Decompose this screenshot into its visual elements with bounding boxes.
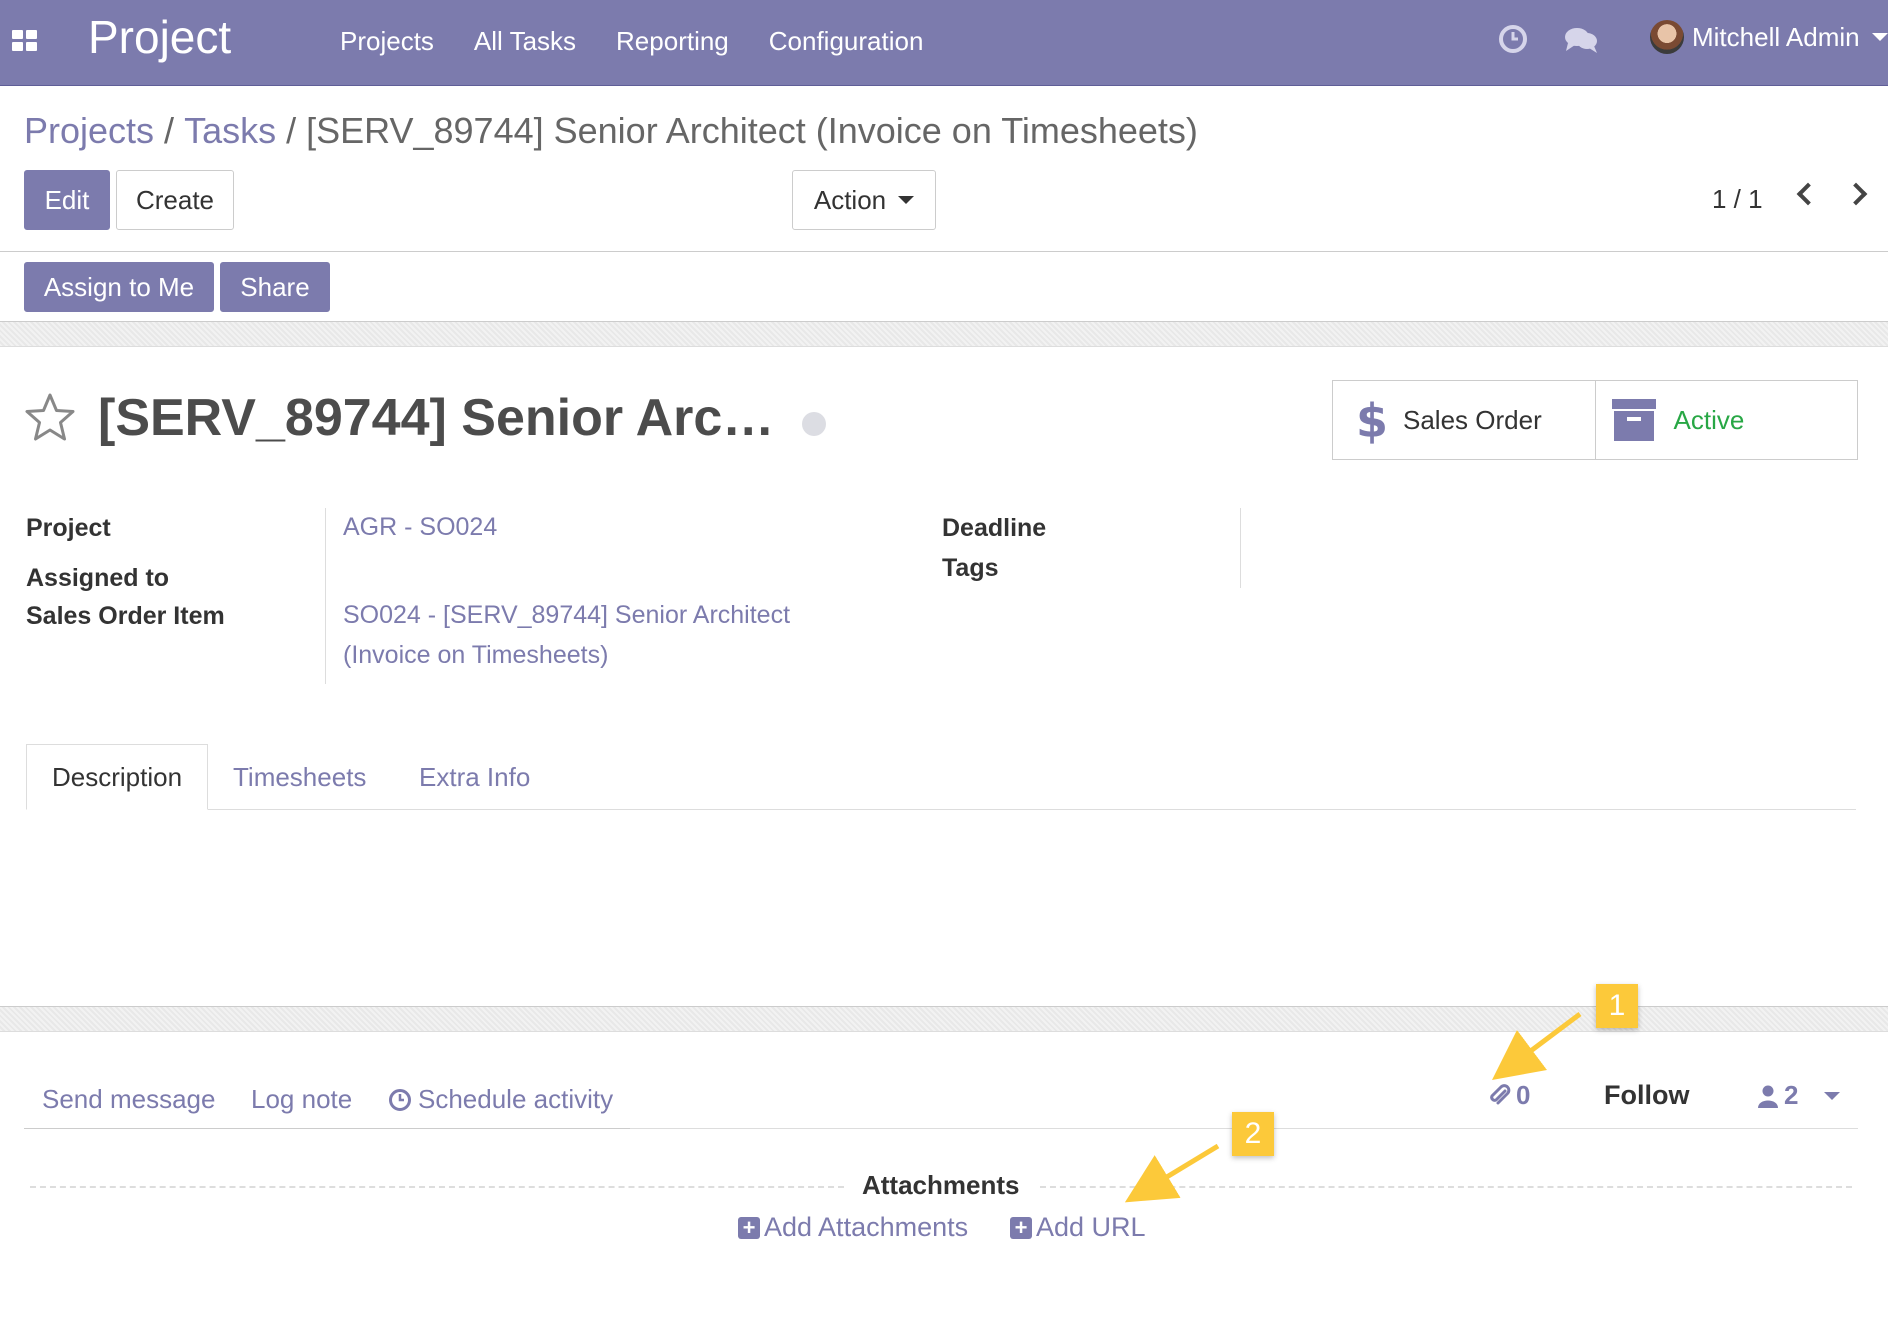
deadline-label: Deadline [942, 514, 1047, 542]
tab-description[interactable]: Description [26, 744, 208, 810]
chevron-right-icon[interactable] [1844, 182, 1868, 206]
sales-order-label: Sales Order [1403, 404, 1542, 435]
archive-box-icon [1611, 399, 1656, 441]
field-divider [1240, 508, 1241, 588]
top-navbar: Project Projects All Tasks Reporting Con… [0, 0, 1888, 86]
active-label: Active [1673, 404, 1745, 435]
plus-square-icon: + [738, 1216, 760, 1239]
breadcrumb-projects[interactable]: Projects [24, 110, 154, 151]
followers-dropdown[interactable]: 2 [1758, 1080, 1841, 1111]
schedule-activity-label: Schedule activity [418, 1084, 614, 1114]
chevron-down-icon [898, 196, 915, 204]
assigned-to-label: Assigned to [26, 564, 170, 592]
assign-to-me-button[interactable]: Assign to Me [24, 262, 214, 312]
add-attachments-button[interactable]: + Add Attachments [738, 1212, 968, 1243]
log-note-button[interactable]: Log note [251, 1084, 352, 1115]
apps-menu-icon[interactable] [12, 30, 38, 52]
sales-order-item-label: Sales Order Item [26, 602, 225, 630]
attachment-count-button[interactable]: 0 [1488, 1080, 1530, 1111]
user-icon [1758, 1085, 1778, 1108]
share-button[interactable]: Share [220, 262, 330, 312]
create-button[interactable]: Create [116, 170, 234, 230]
star-priority-icon[interactable] [24, 392, 76, 447]
main-menu: Projects All Tasks Reporting Configurati… [340, 26, 963, 57]
add-attachments-label: Add Attachments [764, 1212, 969, 1242]
sheet-background-band [0, 321, 1888, 347]
schedule-activity-button[interactable]: Schedule activity [388, 1084, 613, 1115]
attachments-divider [1040, 1186, 1852, 1188]
kanban-state-dot[interactable] [802, 412, 826, 436]
dollar-icon: $ [1356, 395, 1385, 445]
attachment-count: 0 [1516, 1080, 1531, 1110]
tab-extra-info[interactable]: Extra Info [394, 744, 555, 810]
active-smart-button[interactable]: Active [1594, 381, 1858, 459]
sales-order-item-value[interactable]: SO024 - [SERV_89744] Senior Architect [343, 595, 790, 635]
tags-label: Tags [942, 554, 999, 582]
task-title[interactable]: [SERV_89744] Senior Arc… [98, 388, 774, 448]
breadcrumb-tasks[interactable]: Tasks [184, 110, 276, 151]
field-divider [325, 508, 326, 684]
divider [0, 251, 1888, 252]
messaging-chat-icon[interactable] [1564, 26, 1598, 59]
followers-count: 2 [1784, 1080, 1799, 1110]
attachments-title: Attachments [862, 1170, 1020, 1200]
callout-badge-2: 2 [1232, 1112, 1274, 1156]
project-label: Project [26, 514, 111, 542]
paperclip-icon [1490, 1083, 1511, 1104]
action-dropdown[interactable]: Action [792, 170, 936, 230]
breadcrumb-separator: / [286, 110, 297, 151]
chevron-down-icon [1824, 1091, 1841, 1100]
add-url-label: Add URL [1036, 1212, 1146, 1242]
menu-item-all-tasks[interactable]: All Tasks [474, 26, 576, 57]
callout-badge-1: 1 [1596, 984, 1638, 1028]
avatar [1650, 20, 1684, 54]
clock-icon [389, 1088, 411, 1111]
breadcrumb: Projects / Tasks / [SERV_89744] Senior Archi… [24, 110, 1198, 152]
chevron-down-icon [1871, 33, 1888, 41]
menu-item-projects[interactable]: Projects [340, 26, 434, 57]
tab-timesheets[interactable]: Timesheets [208, 744, 391, 810]
menu-item-reporting[interactable]: Reporting [616, 26, 729, 57]
app-title[interactable]: Project [88, 10, 231, 64]
sales-order-item-value-cont[interactable]: (Invoice on Timesheets) [343, 635, 608, 675]
send-message-button[interactable]: Send message [42, 1084, 215, 1115]
user-name: Mitchell Admin [1692, 21, 1860, 52]
project-value[interactable]: AGR - SO024 [343, 507, 497, 547]
smart-buttons: $ Sales Order Active [1332, 380, 1858, 460]
attachments-divider [30, 1186, 844, 1188]
sales-order-smart-button[interactable]: $ Sales Order [1333, 381, 1595, 459]
breadcrumb-separator: / [164, 110, 175, 151]
user-menu[interactable]: Mitchell Admin [1650, 20, 1888, 54]
pager-value[interactable]: 1 / 1 [1712, 184, 1763, 215]
plus-square-icon: + [1010, 1216, 1032, 1239]
action-label: Action [813, 184, 887, 215]
edit-button[interactable]: Edit [24, 170, 110, 230]
chevron-left-icon[interactable] [1796, 182, 1820, 206]
activity-clock-icon[interactable] [1498, 24, 1528, 59]
menu-item-configuration[interactable]: Configuration [769, 26, 924, 57]
chatter-divider [24, 1128, 630, 1129]
follow-button[interactable]: Follow [1604, 1080, 1689, 1111]
breadcrumb-current: [SERV_89744] Senior Architect (Invoice o… [306, 110, 1198, 151]
add-url-button[interactable]: + Add URL [1010, 1212, 1146, 1243]
svg-text:$: $ [1356, 395, 1385, 445]
